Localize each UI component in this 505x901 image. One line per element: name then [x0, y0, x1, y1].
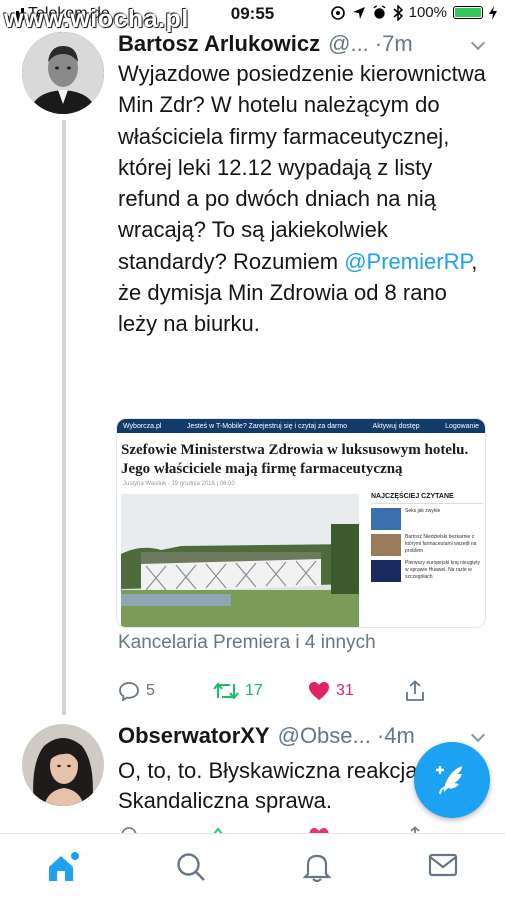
tab-search[interactable]	[176, 852, 206, 887]
avatar-bartosz[interactable]	[22, 32, 104, 114]
mention-link[interactable]: @PremierRP	[344, 249, 471, 274]
article-headline: Szefowie Ministerstwa Zdrowia w luksusow…	[121, 442, 469, 477]
like-count: 31	[336, 682, 354, 699]
author-handle[interactable]: @...	[328, 31, 369, 57]
share-icon	[406, 680, 424, 701]
thread-connector	[62, 120, 66, 715]
site-login: Logowanie	[445, 422, 479, 430]
location-icon	[352, 6, 365, 19]
article-byline: Justyna Wasiluk · 19 grudnia 2018 | 06:0…	[123, 481, 235, 487]
tweet-time: 7m	[382, 31, 413, 56]
most-read-item: Seks jak zwykle	[371, 508, 483, 530]
most-read-item-text: Bartosz Niedzielski bezkarnie z którymi …	[405, 534, 477, 554]
most-read-item: Bartosz Niedzielski bezkarnie z którymi …	[371, 534, 483, 556]
battery-icon	[453, 6, 483, 19]
link-preview-card[interactable]: Wyborcza.pl Jesteś w T-Mobile? Zarejestr…	[116, 418, 486, 628]
author-handle[interactable]: @Obse...	[278, 723, 371, 749]
tab-notifications[interactable]	[302, 852, 332, 887]
most-read-title: NAJCZĘŚCIEJ CZYTANE	[371, 493, 483, 504]
most-read-item-text: Pierwszy europejski kraj nieugięty w spr…	[405, 560, 481, 580]
tweet1-header: Bartosz Arlukowicz @... · 7m	[118, 31, 413, 57]
reply-count: 5	[146, 682, 155, 699]
bell-icon	[302, 854, 332, 883]
most-read-item-text: Seks jak zwykle	[405, 508, 441, 514]
chevron-down-icon[interactable]	[470, 35, 486, 51]
reply-button[interactable]: 5	[118, 681, 213, 701]
tweet1-text: Wyjazdowe posiedzenie kierownictwa Min Z…	[118, 58, 490, 340]
card-site-bar: Wyborcza.pl Jesteś w T-Mobile? Zarejestr…	[117, 419, 485, 433]
bluetooth-icon	[393, 4, 403, 21]
site-name: Wyborcza.pl	[123, 422, 162, 430]
tweet-text-part: Wyjazdowe posiedzenie kierownictwa Min Z…	[118, 61, 486, 274]
status-icons: 100%	[330, 4, 497, 21]
alarm-icon	[373, 5, 386, 19]
most-read-sidebar: NAJCZĘŚCIEJ CZYTANE Seks jak zwykle Bart…	[371, 493, 483, 582]
author-name[interactable]: Bartosz Arlukowicz	[118, 31, 320, 57]
site-subscribe: Aktywuj dostęp	[372, 422, 420, 430]
share-button[interactable]	[404, 680, 426, 702]
hotel-photo	[121, 494, 359, 627]
home-icon	[49, 852, 79, 881]
tweet1-actions: 5 17 31	[118, 680, 426, 702]
thumbnail	[371, 560, 401, 582]
avatar-photo	[22, 724, 104, 806]
avatar-observator[interactable]	[22, 724, 104, 806]
compose-tweet-button[interactable]	[414, 742, 490, 818]
search-icon	[177, 853, 205, 881]
site-promo: Jesteś w T-Mobile? Zarejestruj się i czy…	[186, 422, 348, 430]
retweeted-by-link[interactable]: Kancelaria Premiera i 4 innych	[118, 632, 376, 654]
separator-dot: ·	[376, 723, 385, 748]
retweet-icon	[213, 682, 239, 700]
avatar-photo	[22, 32, 104, 114]
most-read-item: Pierwszy europejski kraj nieugięty w spr…	[371, 560, 483, 582]
like-button[interactable]: 31	[308, 681, 404, 701]
bottom-tab-bar	[0, 833, 505, 901]
tab-messages[interactable]	[428, 852, 458, 883]
thumbnail	[371, 534, 401, 556]
tweet2-header: ObserwatorXY @Obse... · 4m	[118, 723, 415, 749]
heart-icon	[309, 682, 329, 700]
retweet-count: 17	[245, 682, 263, 699]
battery-percent: 100%	[408, 4, 447, 21]
tab-home[interactable]	[46, 852, 80, 889]
mail-icon	[428, 853, 458, 877]
tweet-time: 4m	[384, 723, 415, 748]
battery-fill	[455, 8, 481, 17]
watermark: www.wiocha.pl	[4, 5, 189, 33]
separator-dot: ·	[374, 31, 383, 56]
thumbnail	[371, 508, 401, 530]
charging-icon	[489, 5, 497, 20]
reply-icon	[119, 682, 139, 701]
screen-lock-icon	[330, 5, 345, 20]
author-name[interactable]: ObserwatorXY	[118, 723, 270, 749]
compose-tweet-icon	[436, 766, 462, 795]
chevron-down-icon[interactable]	[470, 727, 486, 743]
retweet-button[interactable]: 17	[213, 681, 308, 701]
